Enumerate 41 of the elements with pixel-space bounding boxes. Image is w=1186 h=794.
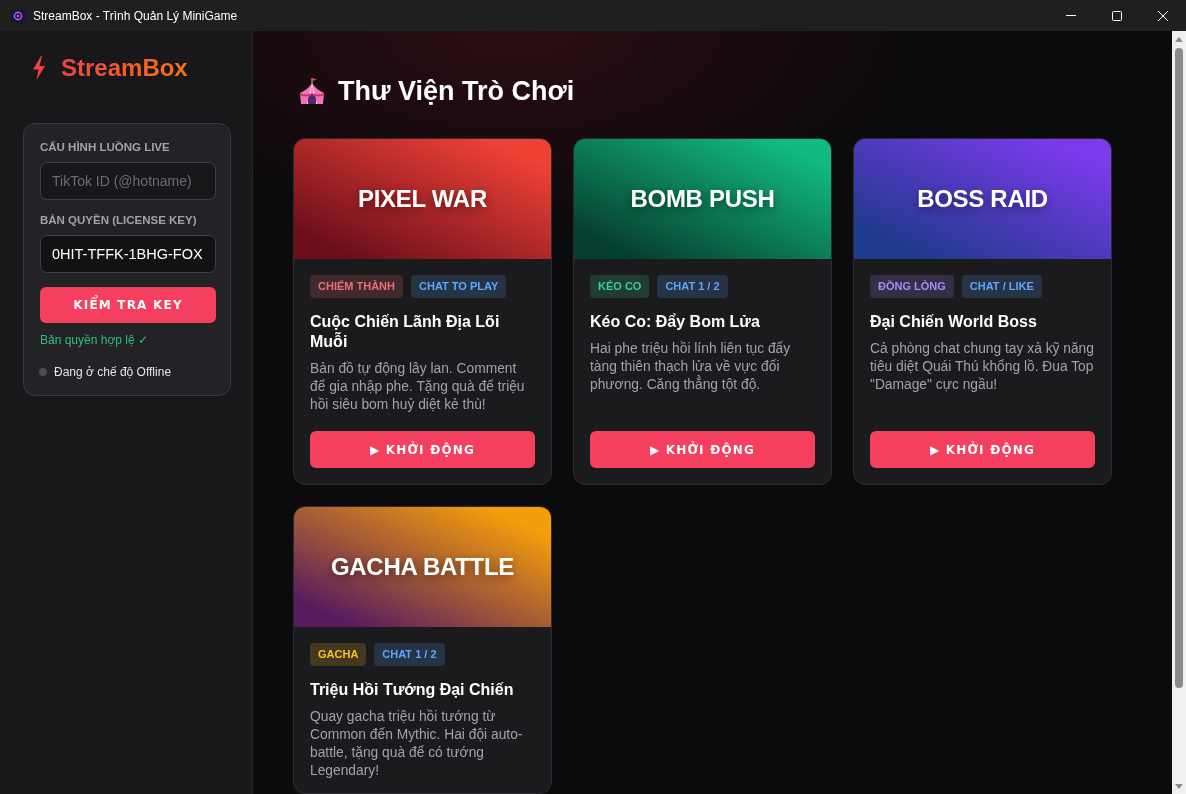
scrollbar-thumb[interactable] [1175,48,1183,688]
game-description: Cả phòng chat chung tay xả kỹ năng tiêu diệt Quái Thú khổng lồ. Đua Top "Damage" cực ngầu! [870,340,1095,394]
connection-status: Đang ở chế độ Offline [54,365,172,379]
game-tag: GACHA [310,643,367,666]
game-title: Cuộc Chiến Lãnh Địa Lõi Muỗi [310,312,501,352]
game-tag: CHIẾM THÀNH [310,275,403,298]
license-label: BẢN QUYỀN (LICENSE KEY) [40,213,197,227]
window-title: StreamBox - Trình Quản Lý MiniGame [33,8,238,23]
license-status: Bản quyền hợp lệ ✓ [40,333,148,347]
scrollbar[interactable] [1172,31,1186,794]
game-description: Bản đồ tự động lây lan. Comment để gia nhập phe. Tặng quà để triệu hồi siêu bom huỷ diệt kẻ thù! [310,360,526,414]
launch-button[interactable]: ▶ KHỞI ĐỘNG [590,431,815,468]
banner-title: GACHA BATTLE [330,553,514,581]
lightning-bolt-icon [32,56,46,80]
tiktok-id-field[interactable]: TikTok ID (@hotname) [40,162,216,200]
game-title: Kéo Co: Đẩy Bom Lửa [590,312,761,332]
close-icon[interactable] [1158,10,1168,21]
section-label: CẤU HÌNH LUỒNG LIVE [40,140,170,154]
game-tag: CHAT 1 / 2 [657,275,728,298]
game-tag: ĐỒNG LÒNG [870,275,954,298]
maximize-icon[interactable] [1112,10,1122,21]
banner-title: BOMB PUSH [630,185,775,213]
game-tag: CHAT TO PLAY [411,275,507,298]
app-icon [11,8,25,23]
game-description: Quay gacha triệu hồi tướng từ Common đến Mythic. Hai đội auto-battle, tặng quà để có tướng Legendary! [310,708,524,780]
circus-tent-icon [298,77,326,105]
game-description: Hai phe triệu hồi lính liên tục đẩy tàng thiên thạch lửa về vực đối phương. Căng thẳng tột độ. [590,340,792,394]
scroll-down-icon[interactable] [1175,784,1183,789]
game-tag: CHAT 1 / 2 [374,643,445,666]
game-title: Triệu Hồi Tướng Đại Chiến [310,680,515,700]
launch-button[interactable]: ▶ KHỞI ĐỘNG [310,431,535,468]
launch-button[interactable]: ▶ KHỞI ĐỘNG [870,431,1095,468]
check-key-button[interactable]: KIỂM TRA KEY [40,287,216,323]
license-key-field[interactable]: 0HIT-TFFK-1BHG-FOX [40,235,216,273]
banner-title: PIXEL WAR [358,185,487,213]
scroll-up-icon[interactable] [1175,37,1183,42]
game-tag: CHAT / LIKE [961,275,1042,298]
game-tag: KÉO CO [590,275,650,298]
library-heading: Thư Viện Trò Chơi [338,75,575,107]
game-title: Đại Chiến World Boss [870,312,1038,332]
banner-title: BOSS RAID [917,185,1048,213]
